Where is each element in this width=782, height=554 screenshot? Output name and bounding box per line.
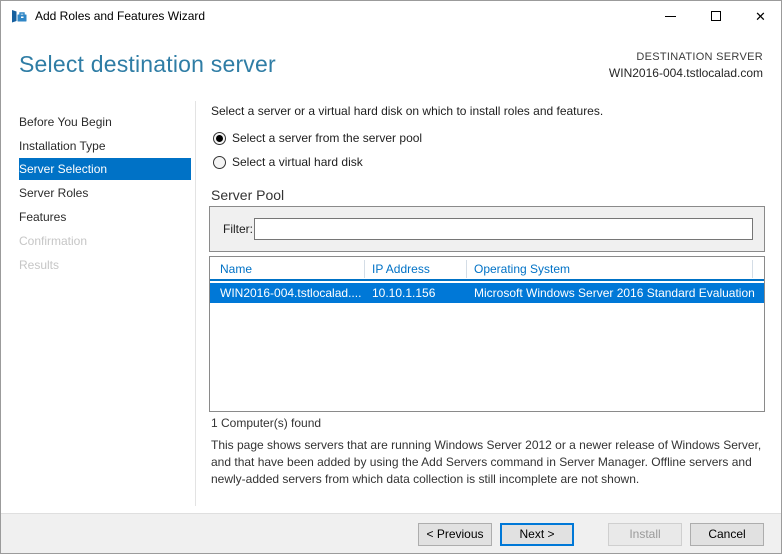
sidebar-divider: [195, 101, 196, 506]
sidebar-item-confirmation: Confirmation: [1, 230, 191, 252]
sidebar-item-server-selection[interactable]: Server Selection: [19, 158, 191, 180]
filter-panel: Filter:: [209, 206, 765, 252]
install-button: Install: [608, 523, 682, 546]
computers-found-count: 1 Computer(s) found: [211, 416, 322, 430]
sidebar-item-server-roles[interactable]: Server Roles: [1, 182, 191, 204]
cancel-button[interactable]: Cancel: [690, 523, 764, 546]
sidebar-item-label: Server Roles: [19, 186, 89, 200]
previous-button[interactable]: < Previous: [418, 523, 492, 546]
cell-ip-address: 10.10.1.156: [372, 286, 436, 300]
next-button[interactable]: Next >: [500, 523, 574, 546]
destination-server-value: WIN2016-004.tstlocalad.com: [608, 66, 763, 80]
cell-operating-system: Microsoft Windows Server 2016 Standard E…: [474, 286, 755, 300]
column-separator: [364, 260, 365, 278]
page-title: Select destination server: [19, 51, 276, 77]
radio-label: Select a server from the server pool: [232, 131, 423, 145]
destination-server-label: DESTINATION SERVER: [636, 51, 763, 63]
table-row-server[interactable]: WIN2016-004.tstlocalad.... 10.10.1.156 M…: [210, 283, 764, 303]
column-header-operating-system[interactable]: Operating System: [474, 262, 570, 276]
radio-option-server-pool[interactable]: Select a server from the server pool: [213, 130, 422, 146]
window-title: Add Roles and Features Wizard: [35, 9, 206, 23]
close-button[interactable]: ✕: [738, 1, 781, 31]
radio-selected-icon: [213, 131, 226, 145]
sidebar-item-before-you-begin[interactable]: Before You Begin: [1, 111, 191, 133]
sidebar-item-label: Results: [19, 258, 60, 272]
sidebar-item-label: Confirmation: [19, 234, 88, 248]
column-separator: [752, 260, 753, 278]
close-icon: ✕: [755, 8, 766, 24]
radio-option-virtual-hard-disk[interactable]: Select a virtual hard disk: [213, 154, 363, 170]
intro-text: Select a server or a virtual hard disk o…: [211, 104, 604, 118]
filter-label: Filter:: [223, 222, 253, 236]
maximize-button[interactable]: [693, 1, 738, 31]
sidebar-item-results: Results: [1, 254, 191, 276]
radio-label: Select a virtual hard disk: [232, 155, 363, 169]
sidebar-item-label: Server Selection: [19, 162, 108, 176]
minimize-icon: [665, 15, 676, 17]
server-pool-heading: Server Pool: [211, 187, 285, 203]
column-header-ip-address[interactable]: IP Address: [372, 262, 430, 276]
page-description: This page shows servers that are running…: [211, 438, 762, 486]
sidebar-item-features[interactable]: Features: [1, 206, 191, 228]
cell-name: WIN2016-004.tstlocalad....: [220, 286, 362, 300]
wizard-window: Add Roles and Features Wizard ✕ Select d…: [0, 0, 782, 554]
wizard-toolbox-icon: [12, 10, 27, 23]
radio-unselected-icon: [213, 155, 226, 169]
sidebar-item-label: Installation Type: [19, 139, 106, 153]
title-bar: Add Roles and Features Wizard ✕: [1, 1, 781, 31]
maximize-icon: [710, 11, 721, 21]
filter-input[interactable]: [254, 218, 753, 240]
sidebar-item-installation-type[interactable]: Installation Type: [1, 135, 191, 157]
column-separator: [466, 260, 467, 278]
table-header-row: Name IP Address Operating System: [210, 257, 764, 281]
column-header-name[interactable]: Name: [220, 262, 252, 276]
sidebar-item-label: Features: [19, 210, 67, 224]
server-pool-table: Name IP Address Operating System WIN2016…: [209, 256, 765, 412]
sidebar-item-label: Before You Begin: [19, 115, 112, 129]
minimize-button[interactable]: [648, 1, 693, 31]
footer-bar: < Previous Next > Install Cancel: [1, 513, 781, 553]
